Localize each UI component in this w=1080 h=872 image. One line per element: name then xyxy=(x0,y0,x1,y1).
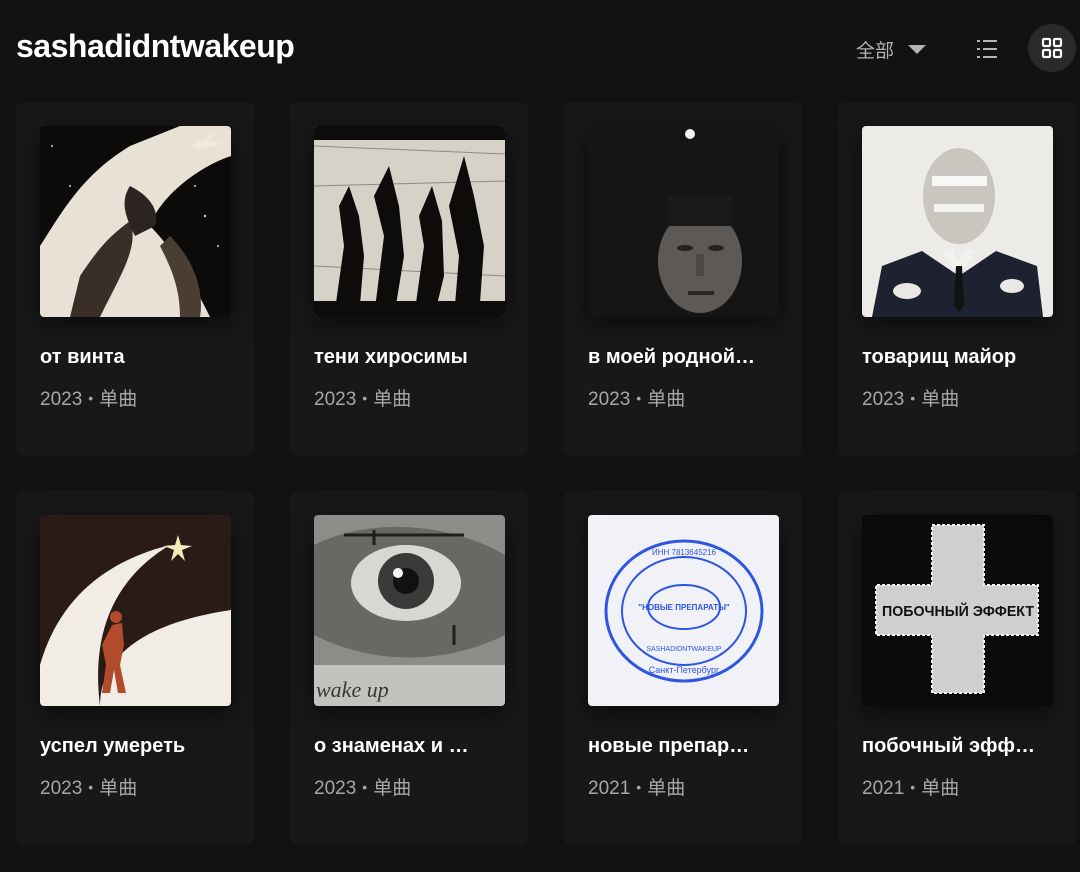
header: sashadidntwakeup 全部 xyxy=(0,0,1080,96)
separator-dot: • xyxy=(910,390,916,406)
release-type: 单曲 xyxy=(99,778,138,799)
filter-dropdown[interactable]: 全部 xyxy=(856,34,927,64)
filter-label: 全部 xyxy=(856,40,895,62)
release-card[interactable]: "НОВЫЕ ПРЕПАРАТЫ" ИНН 7813645216 SASHADI… xyxy=(564,491,802,845)
release-year: 2023 xyxy=(40,389,83,410)
stamp-center-text: "НОВЫЕ ПРЕПАРАТЫ" xyxy=(638,603,730,612)
release-card[interactable]: wake up о знаменах и … 2023 • 单曲 xyxy=(290,491,528,845)
grid-view-button[interactable] xyxy=(1028,24,1076,72)
stamp-city-text: Санкт-Петербург xyxy=(649,665,720,675)
album-cover xyxy=(40,126,231,317)
release-title: о знаменах и … xyxy=(314,735,469,757)
release-meta: 2023 • 单曲 xyxy=(40,384,240,411)
stamp-inn-text: ИНН 7813645216 xyxy=(652,548,717,557)
separator-dot: • xyxy=(362,779,368,795)
release-meta: 2023 • 单曲 xyxy=(314,773,514,800)
release-title: успел умереть xyxy=(40,735,186,757)
stamp-name-text: SASHADIDNTWAKEUP xyxy=(646,646,722,653)
release-type: 单曲 xyxy=(647,389,686,410)
release-meta: 2023 • 单曲 xyxy=(314,384,514,411)
release-card[interactable]: в моей родной… 2023 • 单曲 xyxy=(564,102,802,456)
grid-view-icon xyxy=(1041,37,1063,59)
release-meta: 2023 • 单曲 xyxy=(40,773,240,800)
album-cover xyxy=(588,126,779,317)
release-meta: 2021 • 单曲 xyxy=(588,773,788,800)
release-year: 2023 xyxy=(588,389,631,410)
caret-down-icon xyxy=(908,44,927,54)
release-title: побочный эфф… xyxy=(862,735,1036,757)
release-type: 单曲 xyxy=(921,778,960,799)
release-meta: 2023 • 单曲 xyxy=(862,384,1062,411)
release-type: 单曲 xyxy=(373,778,412,799)
album-cover xyxy=(314,126,505,317)
cross-cover-text: ПОБОЧНЫЙ ЭФФЕКТ xyxy=(882,602,1034,620)
release-type: 单曲 xyxy=(647,778,686,799)
separator-dot: • xyxy=(362,390,368,406)
separator-dot: • xyxy=(88,779,94,795)
release-title: от винта xyxy=(40,346,125,368)
release-type: 单曲 xyxy=(99,389,138,410)
release-meta: 2021 • 单曲 xyxy=(862,773,1062,800)
release-year: 2023 xyxy=(862,389,905,410)
album-cover: ПОБОЧНЫЙ ЭФФЕКТ xyxy=(862,515,1053,706)
release-year: 2021 xyxy=(862,778,905,799)
release-meta: 2023 • 单曲 xyxy=(588,384,788,411)
album-cover: "НОВЫЕ ПРЕПАРАТЫ" ИНН 7813645216 SASHADI… xyxy=(588,515,779,706)
releases-grid: от винта 2023 • 单曲 тени хиросимы 2023 • … xyxy=(16,102,1080,872)
album-cover: wake up xyxy=(314,515,505,706)
list-view-icon xyxy=(977,40,997,58)
release-title: товарищ майор xyxy=(862,346,1017,368)
release-card[interactable]: товарищ майор 2023 • 单曲 xyxy=(838,102,1076,456)
separator-dot: • xyxy=(88,390,94,406)
album-cover xyxy=(862,126,1053,317)
release-year: 2023 xyxy=(314,389,357,410)
release-year: 2021 xyxy=(588,778,631,799)
release-card[interactable]: ПОБОЧНЫЙ ЭФФЕКТ побочный эфф… 2021 • 单曲 xyxy=(838,491,1076,845)
album-cover xyxy=(40,515,231,706)
artist-title: sashadidntwakeup xyxy=(16,28,295,64)
separator-dot: • xyxy=(910,779,916,795)
release-card[interactable]: тени хиросимы 2023 • 单曲 xyxy=(290,102,528,456)
separator-dot: • xyxy=(636,390,642,406)
release-type: 单曲 xyxy=(921,389,960,410)
release-title: в моей родной… xyxy=(588,346,756,368)
release-title: тени хиросимы xyxy=(314,346,468,368)
separator-dot: • xyxy=(636,779,642,795)
release-type: 单曲 xyxy=(373,389,412,410)
release-card[interactable]: успел умереть 2023 • 单曲 xyxy=(16,491,254,845)
release-year: 2023 xyxy=(314,778,357,799)
cover-tattoo-text: wake up xyxy=(316,677,389,702)
list-view-button[interactable] xyxy=(966,34,1008,64)
release-title: новые препар… xyxy=(588,735,750,757)
release-card[interactable]: от винта 2023 • 单曲 xyxy=(16,102,254,456)
release-year: 2023 xyxy=(40,778,83,799)
